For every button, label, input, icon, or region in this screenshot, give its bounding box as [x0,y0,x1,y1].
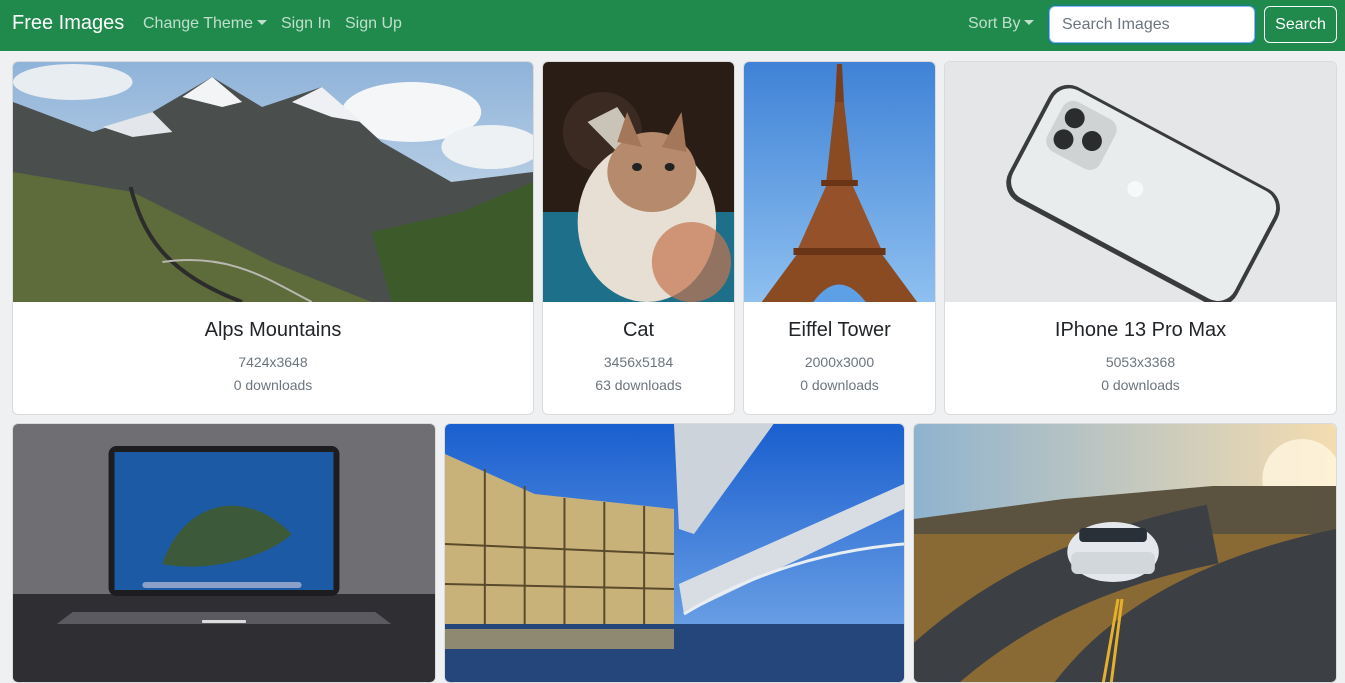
sort-by-dropdown[interactable]: Sort By [968,15,1035,33]
search-button[interactable]: Search [1264,6,1337,43]
navbar: Free Images Change Theme Sign In Sign Up… [0,0,1345,51]
image-card-alps[interactable]: Alps Mountains 7424x3648 0 downloads [12,61,534,415]
change-theme-dropdown[interactable]: Change Theme [143,15,267,33]
building-bridge-image[interactable] [445,424,904,682]
eiffel-tower-image[interactable] [744,62,935,302]
image-title: Cat [622,319,655,341]
laptop-image[interactable] [13,424,435,682]
sign-in-link[interactable]: Sign In [281,15,331,33]
image-title: Alps Mountains [204,319,342,341]
change-theme-label: Change Theme [143,15,253,32]
car-road-image[interactable] [914,424,1336,682]
sort-by-label: Sort By [968,15,1021,32]
sign-up-link[interactable]: Sign Up [345,15,402,33]
image-size: 7424x3648 [238,354,308,370]
image-card-eiffel[interactable]: Eiffel Tower 2000x3000 0 downloads [743,61,936,415]
download-count: 0 downloads [1101,377,1180,393]
chevron-down-icon [257,20,267,25]
download-count: 0 downloads [233,377,313,393]
card-body: Eiffel Tower 2000x3000 0 downloads [744,302,935,393]
image-card-car[interactable] [913,423,1337,683]
iphone-image[interactable] [945,62,1336,302]
image-card-iphone[interactable]: IPhone 13 Pro Max 5053x3368 0 downloads [944,61,1337,415]
card-body: Cat 3456x5184 63 downloads [543,302,734,393]
card-body: IPhone 13 Pro Max 5053x3368 0 downloads [945,302,1336,393]
download-count: 0 downloads [800,377,879,393]
image-card-cat[interactable]: Cat 3456x5184 63 downloads [542,61,735,415]
brand-logo[interactable]: Free Images [12,12,124,35]
image-size: 3456x5184 [603,354,674,370]
download-count: 63 downloads [595,377,682,393]
image-size: 2000x3000 [804,354,875,370]
search-input[interactable] [1049,6,1255,43]
image-size: 5053x3368 [1105,354,1176,370]
alps-mountains-image[interactable] [13,62,533,302]
image-card-bridge[interactable] [444,423,905,683]
image-title: Eiffel Tower [788,319,891,341]
chevron-down-icon [1024,20,1035,25]
card-body: Alps Mountains 7424x3648 0 downloads [13,302,533,393]
image-title: IPhone 13 Pro Max [1054,319,1227,341]
cat-image[interactable] [543,62,734,302]
image-card-laptop[interactable] [12,423,436,683]
